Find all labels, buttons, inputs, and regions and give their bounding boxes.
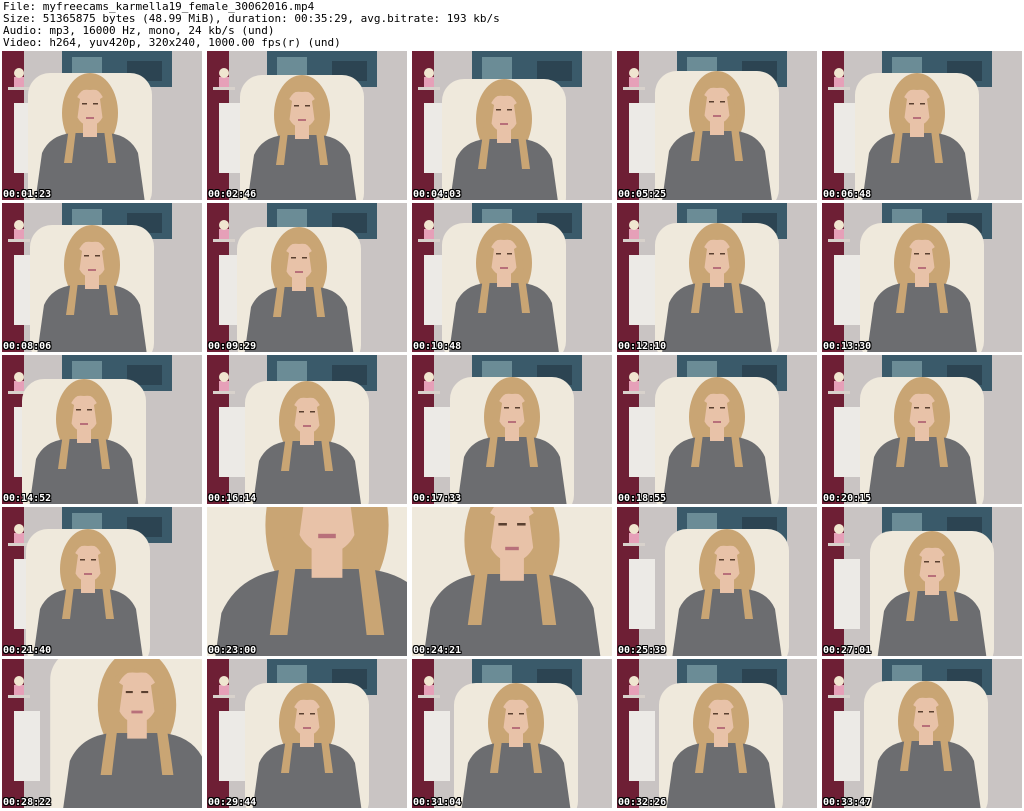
thumbnail-scene xyxy=(207,51,407,200)
thumbnail-timestamp: 00:21:40 xyxy=(3,645,52,656)
video-thumbnail: 00:25:39 xyxy=(617,507,817,656)
video-thumbnail: 00:10:48 xyxy=(412,203,612,352)
thumbnail-timestamp: 00:25:39 xyxy=(618,645,667,656)
thumbnail-scene xyxy=(822,51,1022,200)
thumbnail-timestamp: 00:29:44 xyxy=(208,797,257,808)
thumbnail-scene xyxy=(207,203,407,352)
video-thumbnail: 00:14:52 xyxy=(2,355,202,504)
thumbnail-scene xyxy=(2,203,202,352)
thumbnail-timestamp: 00:27:01 xyxy=(823,645,872,656)
thumbnail-timestamp: 00:12:10 xyxy=(618,341,667,352)
thumbnail-scene xyxy=(617,355,817,504)
thumbnail-timestamp: 00:10:48 xyxy=(413,341,462,352)
video-info-line: Video: h264, yuv420p, 320x240, 1000.00 f… xyxy=(3,36,341,49)
thumbnail-timestamp: 00:20:15 xyxy=(823,493,872,504)
video-thumbnail: 00:13:30 xyxy=(822,203,1022,352)
thumbnail-scene xyxy=(412,355,612,504)
thumbnail-timestamp: 00:31:04 xyxy=(413,797,462,808)
thumbnail-scene xyxy=(412,203,612,352)
video-thumbnail: 00:29:44 xyxy=(207,659,407,808)
video-thumbnail: 00:24:21 xyxy=(412,507,612,656)
thumbnail-scene xyxy=(617,203,817,352)
thumbnail-scene xyxy=(822,203,1022,352)
video-thumbnail: 00:04:03 xyxy=(412,51,612,200)
thumbnail-timestamp: 00:32:26 xyxy=(618,797,667,808)
thumbnail-timestamp: 00:24:21 xyxy=(413,645,462,656)
thumbnail-scene xyxy=(207,507,407,656)
thumbnail-scene xyxy=(2,51,202,200)
video-thumbnail: 00:33:47 xyxy=(822,659,1022,808)
thumbnail-scene xyxy=(207,355,407,504)
video-thumbnail: 00:08:06 xyxy=(2,203,202,352)
thumbnail-timestamp: 00:04:03 xyxy=(413,189,462,200)
thumbnail-scene xyxy=(412,507,612,656)
video-thumbnail: 00:21:40 xyxy=(2,507,202,656)
thumbnail-timestamp: 00:01:23 xyxy=(3,189,52,200)
thumbnail-grid: 00:01:23 00:02:46 00:04:03 00:05:25 00:06:48… xyxy=(2,51,1022,809)
thumbnail-timestamp: 00:05:25 xyxy=(618,189,667,200)
thumbnail-scene xyxy=(617,507,817,656)
thumbnail-scene xyxy=(822,507,1022,656)
video-thumbnail: 00:31:04 xyxy=(412,659,612,808)
video-thumbnail: 00:16:14 xyxy=(207,355,407,504)
video-thumbnail: 00:06:48 xyxy=(822,51,1022,200)
thumbnail-timestamp: 00:23:00 xyxy=(208,645,257,656)
thumbnail-timestamp: 00:02:46 xyxy=(208,189,257,200)
thumbnail-scene xyxy=(2,659,202,808)
video-thumbnail: 00:20:15 xyxy=(822,355,1022,504)
video-thumbnail: 00:27:01 xyxy=(822,507,1022,656)
thumbnail-timestamp: 00:17:33 xyxy=(413,493,462,504)
thumbnail-timestamp: 00:18:55 xyxy=(618,493,667,504)
thumbnail-scene xyxy=(822,659,1022,808)
video-thumbnail: 00:18:55 xyxy=(617,355,817,504)
video-thumbnail: 00:17:33 xyxy=(412,355,612,504)
thumbnail-scene xyxy=(2,507,202,656)
thumbnail-timestamp: 00:14:52 xyxy=(3,493,52,504)
video-thumbnail: 00:32:26 xyxy=(617,659,817,808)
thumbnail-scene xyxy=(822,355,1022,504)
video-thumbnail: 00:28:22 xyxy=(2,659,202,808)
thumbnail-timestamp: 00:09:29 xyxy=(208,341,257,352)
thumbnail-timestamp: 00:06:48 xyxy=(823,189,872,200)
thumbnail-scene xyxy=(412,51,612,200)
video-thumbnail: 00:23:00 xyxy=(207,507,407,656)
video-thumbnail: 00:09:29 xyxy=(207,203,407,352)
video-thumbnail: 00:01:23 xyxy=(2,51,202,200)
thumbnail-scene xyxy=(207,659,407,808)
thumbnail-scene xyxy=(617,659,817,808)
thumbnail-timestamp: 00:08:06 xyxy=(3,341,52,352)
thumbnail-scene xyxy=(617,51,817,200)
thumbnail-scene xyxy=(2,355,202,504)
video-thumbnail: 00:12:10 xyxy=(617,203,817,352)
thumbnail-timestamp: 00:33:47 xyxy=(823,797,872,808)
thumbnail-timestamp: 00:28:22 xyxy=(3,797,52,808)
video-thumbnail: 00:05:25 xyxy=(617,51,817,200)
thumbnail-scene xyxy=(412,659,612,808)
thumbnail-timestamp: 00:13:30 xyxy=(823,341,872,352)
video-thumbnail: 00:02:46 xyxy=(207,51,407,200)
thumbnail-timestamp: 00:16:14 xyxy=(208,493,257,504)
file-info-header: File: myfreecams_karmella19_female_30062… xyxy=(3,1,1021,49)
